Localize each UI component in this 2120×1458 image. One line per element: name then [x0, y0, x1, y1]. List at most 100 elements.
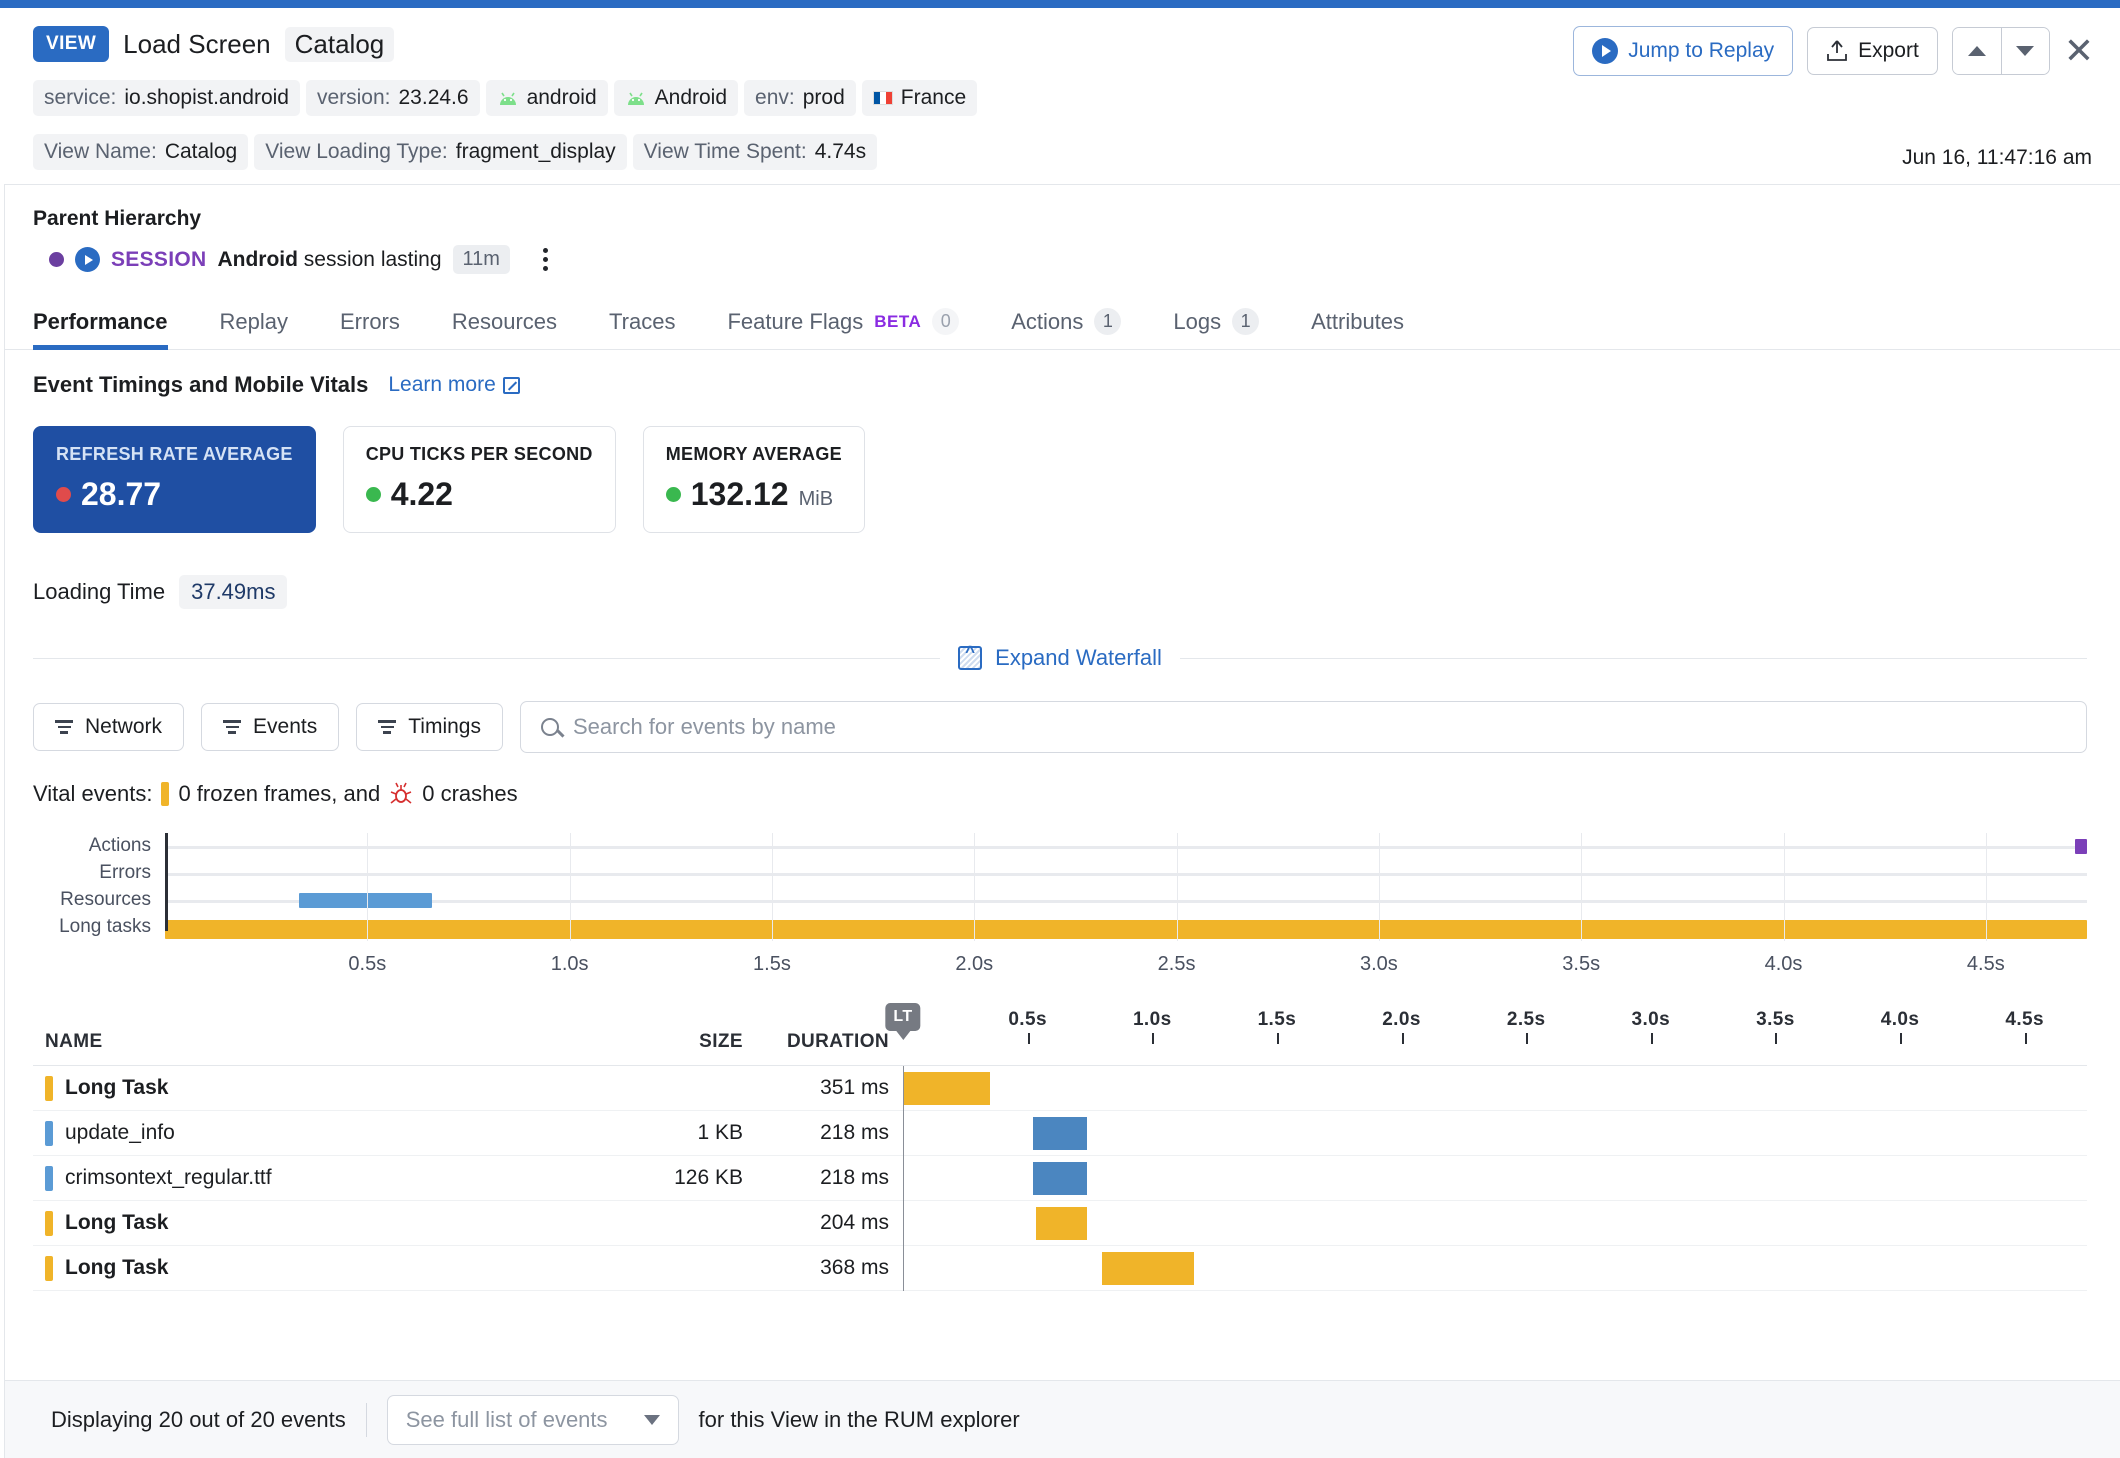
- track-label-resources: Resources: [60, 889, 151, 911]
- vital-card-cpu-ticks[interactable]: CPU TICKS PER SECOND 4.22: [343, 426, 616, 533]
- tab-attributes[interactable]: Attributes: [1311, 299, 1404, 349]
- tag-view-time-spent[interactable]: View Time Spent:4.74s: [633, 134, 877, 170]
- timeline-track-long-tasks[interactable]: Long tasks: [165, 914, 2087, 941]
- waterfall-tick-mark: [1651, 1033, 1653, 1044]
- tab-replay[interactable]: Replay: [220, 299, 288, 349]
- detail-tabs: Performance Replay Errors Resources Trac…: [0, 284, 2120, 350]
- waterfall-tick-label: 2.0s: [1382, 1009, 1421, 1031]
- tab-performance[interactable]: Performance: [33, 299, 168, 349]
- column-header-name[interactable]: NAME: [33, 1031, 593, 1053]
- tag-env[interactable]: env:prod: [744, 80, 856, 116]
- cell-duration: 368 ms: [743, 1256, 903, 1280]
- table-row[interactable]: Long Task 368 ms: [33, 1246, 2087, 1291]
- vitals-cards: REFRESH RATE AVERAGE 28.77 CPU TICKS PER…: [33, 426, 2087, 533]
- next-button[interactable]: [2001, 28, 2049, 74]
- expand-icon: [958, 646, 982, 670]
- table-row[interactable]: update_info1 KB218 ms: [33, 1111, 2087, 1156]
- tag-view-name[interactable]: View Name:Catalog: [33, 134, 248, 170]
- timeline-event-bar[interactable]: [2075, 839, 2087, 854]
- event-timestamp: Jun 16, 11:47:16 am: [1902, 146, 2092, 170]
- timeline-gridline: [570, 833, 571, 941]
- session-more-options-icon[interactable]: [543, 248, 548, 271]
- play-icon: [1592, 38, 1618, 64]
- cell-name: Long Task: [33, 1256, 593, 1281]
- table-row[interactable]: Long Task351 ms: [33, 1066, 2087, 1111]
- waterfall-bar[interactable]: [1102, 1252, 1194, 1285]
- waterfall-axis-header: LT 0.5s1.0s1.5s2.0s2.5s3.0s3.5s4.0s4.5s: [903, 1007, 2087, 1053]
- vital-card-refresh-rate[interactable]: REFRESH RATE AVERAGE 28.77: [33, 426, 316, 533]
- timeline-track-actions[interactable]: Actions: [165, 833, 2087, 860]
- events-footer: Displaying 20 out of 20 events See full …: [5, 1380, 2120, 1458]
- vital-events-label: Vital events:: [33, 781, 152, 807]
- tab-errors[interactable]: Errors: [340, 299, 400, 349]
- timeline-tracks: Actions Errors Resources Long tasks: [165, 833, 2087, 941]
- event-type-icon: [45, 1076, 53, 1101]
- logs-count: 1: [1232, 308, 1259, 335]
- search-input[interactable]: [573, 714, 2066, 740]
- waterfall-tick-mark: [2025, 1033, 2027, 1044]
- timeline-event-bar[interactable]: [165, 920, 2087, 939]
- parent-hierarchy-session-row[interactable]: SESSION Android session lasting 11m: [33, 245, 2087, 274]
- tag-source-android[interactable]: android: [486, 80, 608, 116]
- tab-actions[interactable]: Actions 1: [1011, 298, 1121, 349]
- parent-hierarchy-title: Parent Hierarchy: [33, 207, 2087, 231]
- previous-button[interactable]: [1953, 28, 2001, 74]
- tab-feature-flags[interactable]: Feature Flags BETA 0: [727, 298, 959, 349]
- table-row[interactable]: Long Task204 ms: [33, 1201, 2087, 1246]
- column-header-duration[interactable]: DURATION: [743, 1031, 903, 1053]
- session-play-icon[interactable]: [75, 247, 100, 272]
- tag-service[interactable]: service:io.shopist.android: [33, 80, 300, 116]
- jump-to-replay-button[interactable]: Jump to Replay: [1573, 26, 1793, 76]
- close-icon[interactable]: ✕: [2064, 33, 2094, 69]
- timeline-gridline: [1177, 833, 1178, 941]
- cell-name: update_info: [33, 1121, 593, 1146]
- export-button[interactable]: Export: [1807, 27, 1938, 75]
- waterfall-bar[interactable]: [1033, 1162, 1087, 1195]
- waterfall-bar[interactable]: [1036, 1207, 1087, 1240]
- tab-logs[interactable]: Logs 1: [1173, 298, 1259, 349]
- loading-time-marker[interactable]: LT: [885, 1003, 920, 1040]
- cell-waterfall: [903, 1156, 2087, 1201]
- waterfall-cursor-line: [903, 1111, 904, 1156]
- tab-traces[interactable]: Traces: [609, 299, 675, 349]
- timeline-track-errors[interactable]: Errors: [165, 860, 2087, 887]
- see-full-list-select[interactable]: See full list of events: [387, 1395, 679, 1445]
- cell-size: 126 KB: [593, 1166, 743, 1190]
- waterfall-tick-label: 1.0s: [1133, 1009, 1172, 1031]
- filter-timings-button[interactable]: Timings: [356, 703, 503, 751]
- vital-card-memory-average[interactable]: MEMORY AVERAGE 132.12 MiB: [643, 426, 865, 533]
- divider-right: [1180, 658, 2087, 659]
- expand-waterfall-button[interactable]: Expand Waterfall: [958, 645, 1162, 671]
- filter-network-button[interactable]: Network: [33, 703, 184, 751]
- timeline-axis: 0.5s1.0s1.5s2.0s2.5s3.0s3.5s4.0s4.5s: [165, 949, 2087, 989]
- tag-view-loading-type[interactable]: View Loading Type:fragment_display: [254, 134, 626, 170]
- table-row[interactable]: crimsontext_regular.ttf126 KB218 ms: [33, 1156, 2087, 1201]
- tab-resources[interactable]: Resources: [452, 299, 557, 349]
- timeline-event-bar[interactable]: [299, 893, 433, 908]
- filter-events-button[interactable]: Events: [201, 703, 339, 751]
- event-name-label: crimsontext_regular.ttf: [65, 1166, 272, 1190]
- attribute-tag-row-1: service:io.shopist.android version:23.24…: [33, 80, 2092, 116]
- waterfall-bar[interactable]: [903, 1072, 990, 1105]
- cell-name: crimsontext_regular.ttf: [33, 1166, 593, 1191]
- track-label-errors: Errors: [99, 862, 151, 884]
- cell-waterfall: [903, 1246, 2087, 1291]
- timeline-track-resources[interactable]: Resources: [165, 887, 2087, 914]
- loading-time-row: Loading Time 37.49ms: [33, 575, 2087, 609]
- tag-country[interactable]: France: [862, 80, 977, 116]
- session-description: Android session lasting: [217, 248, 441, 272]
- waterfall-bar[interactable]: [1033, 1117, 1087, 1150]
- timeline-cursor[interactable]: [165, 833, 168, 931]
- loading-time-value: 37.49ms: [179, 575, 287, 609]
- event-type-icon: [45, 1256, 53, 1281]
- waterfall-tick-mark: [1028, 1033, 1030, 1044]
- waterfall-tick-mark: [1152, 1033, 1154, 1044]
- filter-icon: [55, 720, 73, 734]
- view-detail-header: VIEW Load Screen Catalog Jump to Replay …: [0, 8, 2120, 184]
- learn-more-link[interactable]: Learn more: [388, 373, 519, 397]
- search-events-box[interactable]: [520, 701, 2087, 753]
- column-header-size[interactable]: SIZE: [593, 1031, 743, 1053]
- learn-more-label: Learn more: [388, 373, 495, 397]
- tag-version[interactable]: version:23.24.6: [306, 80, 480, 116]
- tag-os-android[interactable]: Android: [614, 80, 738, 116]
